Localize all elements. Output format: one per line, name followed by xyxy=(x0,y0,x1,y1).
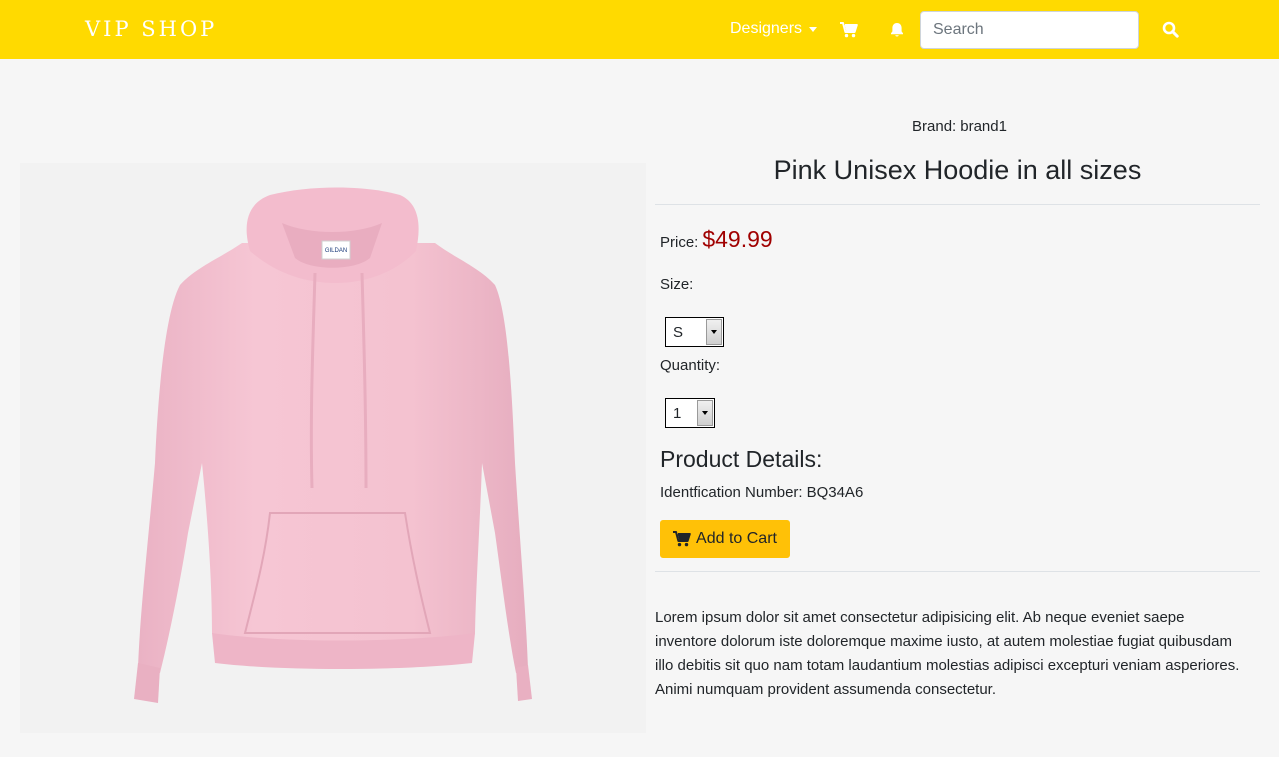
caret-down-icon xyxy=(809,26,818,32)
search-icon[interactable] xyxy=(1162,21,1179,43)
product-image: GILDAN xyxy=(20,163,646,733)
top-navbar: VIP SHOP Designers xyxy=(0,0,1279,59)
add-to-cart-label: Add to Cart xyxy=(696,530,777,547)
shopping-cart-icon xyxy=(673,531,691,547)
add-to-cart-button[interactable]: Add to Cart xyxy=(660,520,790,558)
brand-label: Brand: xyxy=(912,118,957,135)
svg-text:GILDAN: GILDAN xyxy=(325,248,347,254)
quantity-select[interactable]: 1 xyxy=(665,398,715,428)
size-select[interactable]: S xyxy=(665,317,724,347)
quantity-select-value: 1 xyxy=(673,404,682,422)
shopping-cart-icon[interactable] xyxy=(840,22,858,43)
price-row: Price: $49.99 xyxy=(660,226,773,253)
size-label: Size: xyxy=(660,276,694,293)
divider xyxy=(655,571,1260,572)
size-select-value: S xyxy=(673,323,684,341)
dropdown-arrow-icon[interactable] xyxy=(697,400,713,426)
designers-label: Designers xyxy=(730,20,803,37)
dropdown-arrow-icon[interactable] xyxy=(706,319,722,345)
product-title: Pink Unisex Hoodie in all sizes xyxy=(773,155,1142,185)
price-value: $49.99 xyxy=(702,226,773,252)
brand-line: Brand: brand1 xyxy=(655,118,1260,135)
bell-icon[interactable] xyxy=(889,22,905,43)
search-input[interactable] xyxy=(920,11,1139,49)
divider xyxy=(655,204,1260,205)
product-details-heading: Product Details: xyxy=(660,446,823,472)
product-description: Lorem ipsum dolor sit amet consectetur a… xyxy=(655,609,1240,698)
brand-value: brand1 xyxy=(960,118,1007,135)
price-label: Price: xyxy=(660,234,699,251)
identification-line: Identfication Number: BQ34A6 xyxy=(660,484,863,501)
designers-dropdown[interactable]: Designers xyxy=(730,20,818,38)
quantity-label: Quantity: xyxy=(660,357,721,374)
identification-value: BQ34A6 xyxy=(806,484,864,501)
site-logo[interactable]: VIP SHOP xyxy=(85,17,217,41)
identification-label: Identfication Number: xyxy=(660,484,803,501)
